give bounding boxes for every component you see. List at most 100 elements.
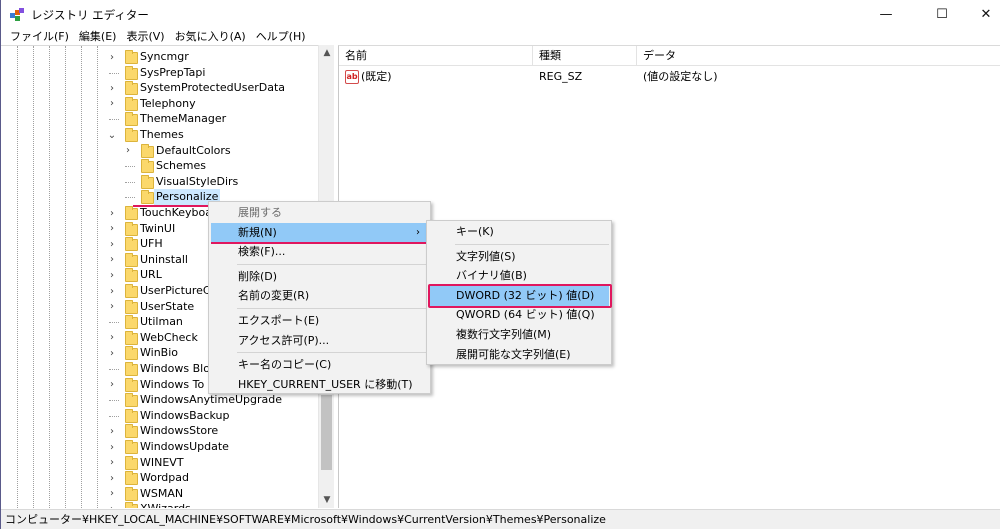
folder-icon xyxy=(125,112,138,127)
expand-chevron-icon[interactable]: › xyxy=(107,252,117,268)
folder-icon xyxy=(125,221,138,236)
folder-icon xyxy=(125,471,138,486)
folder-icon xyxy=(125,81,138,96)
value-row[interactable]: ab (既定) REG_SZ (値の設定なし) xyxy=(339,68,1000,86)
context-menu-item[interactable]: 削除(D) xyxy=(211,267,428,287)
new-submenu: キー(K) 文字列値(S) バイナリ値(B) DWORD (32 ビット) 値(D) Q… xyxy=(426,220,612,365)
submenu-item[interactable]: 展開可能な文字列値(E) xyxy=(429,345,609,365)
expand-chevron-icon[interactable]: › xyxy=(107,455,117,471)
scroll-thumb[interactable] xyxy=(321,395,332,470)
expand-chevron-icon[interactable]: › xyxy=(107,439,117,455)
folder-icon xyxy=(125,455,138,470)
tree-item[interactable]: › Wordpad xyxy=(1,470,318,486)
tree-item-label: URL xyxy=(140,268,162,282)
status-bar-path: コンピューター¥HKEY_LOCAL_MACHINE¥SOFTWARE¥Micr… xyxy=(1,509,1000,529)
expand-chevron-icon[interactable]: › xyxy=(107,49,117,65)
folder-icon xyxy=(125,128,138,142)
expand-chevron-icon[interactable]: › xyxy=(107,377,117,393)
folder-icon xyxy=(141,190,154,205)
context-menu-item[interactable]: エクスポート(E) xyxy=(211,311,428,331)
context-menu-item-label: HKEY_CURRENT_USER に移動(T) xyxy=(238,377,413,391)
folder-icon xyxy=(125,284,138,298)
context-menu-item[interactable]: 名前の変更(R) xyxy=(211,286,428,306)
expand-chevron-icon[interactable]: › xyxy=(107,96,117,112)
context-menu-item[interactable]: キー名のコピー(C) xyxy=(211,355,428,375)
context-menu-item[interactable]: アクセス許可(P)... xyxy=(211,331,428,351)
menu-help[interactable]: ヘルプ(H) xyxy=(251,28,311,46)
tree-item-label: DefaultColors xyxy=(156,143,231,157)
column-header-data[interactable]: データ xyxy=(637,46,1000,66)
context-menu-item: 展開する xyxy=(211,203,428,223)
tree-item-label: Utilman xyxy=(140,315,183,329)
column-header-name[interactable]: 名前 xyxy=(339,46,533,66)
close-button[interactable]: ✕ xyxy=(963,0,1000,28)
scroll-up-arrow-icon[interactable]: ▲ xyxy=(319,45,335,61)
registry-editor-window: レジストリ エディター — ☐ ✕ ファイル(F) 編集(E) 表示(V) お気… xyxy=(0,0,1000,529)
context-menu-item[interactable]: HKEY_CURRENT_USER に移動(T) xyxy=(211,375,428,395)
title-bar: レジストリ エディター — ☐ ✕ xyxy=(1,0,1000,28)
expand-chevron-icon[interactable]: › xyxy=(107,470,117,486)
tree-item[interactable]: › XWizards xyxy=(1,501,318,508)
minimize-button[interactable]: — xyxy=(863,0,909,28)
expand-chevron-icon[interactable]: › xyxy=(107,221,117,237)
column-headers: 名前 種類 データ xyxy=(339,46,1000,66)
tree-connector xyxy=(109,369,119,370)
expand-chevron-icon[interactable]: › xyxy=(107,283,117,299)
expand-chevron-icon[interactable]: › xyxy=(107,236,117,252)
expand-chevron-icon[interactable]: › xyxy=(107,486,117,502)
submenu-item[interactable]: 文字列値(S) xyxy=(429,247,609,267)
menu-view[interactable]: 表示(V) xyxy=(121,28,169,46)
expand-chevron-icon[interactable]: › xyxy=(107,345,117,361)
expand-chevron-icon[interactable]: › xyxy=(107,205,117,221)
maximize-button[interactable]: ☐ xyxy=(919,0,965,28)
scroll-down-arrow-icon[interactable]: ▼ xyxy=(319,492,335,508)
tree-connector xyxy=(109,119,119,121)
context-menu-item-label: 展開する xyxy=(238,206,282,219)
tree-item-label: WINEVT xyxy=(140,455,184,469)
folder-icon xyxy=(125,268,138,283)
submenu-item[interactable]: キー(K) xyxy=(429,222,609,242)
expand-chevron-icon[interactable]: › xyxy=(123,143,133,159)
tree-item[interactable]: SysPrepTapi xyxy=(1,65,318,81)
window-title: レジストリ エディター xyxy=(31,8,149,22)
tree-item[interactable]: VisualStyleDirs xyxy=(1,174,318,190)
tree-item[interactable]: › WindowsUpdate xyxy=(1,439,318,455)
tree-item[interactable]: › DefaultColors xyxy=(1,143,318,159)
submenu-item-label: バイナリ値(B) xyxy=(456,269,527,283)
tree-item[interactable]: WindowsBackup xyxy=(1,408,318,424)
menu-file[interactable]: ファイル(F) xyxy=(5,28,74,46)
folder-icon xyxy=(125,362,138,376)
context-menu-item[interactable]: 新規(N) › xyxy=(211,222,428,243)
column-header-type[interactable]: 種類 xyxy=(533,46,637,66)
submenu-item[interactable]: QWORD (64 ビット) 値(Q) xyxy=(429,305,609,325)
expand-chevron-icon[interactable]: › xyxy=(107,80,117,96)
expand-chevron-icon[interactable]: › xyxy=(107,299,117,315)
tree-item-label: Uninstall xyxy=(140,252,188,266)
menu-edit[interactable]: 編集(E) xyxy=(74,28,122,46)
menu-favorites[interactable]: お気に入り(A) xyxy=(170,28,251,46)
tree-item[interactable]: ThemeManager xyxy=(1,111,318,127)
submenu-item-label: QWORD (64 ビット) 値(Q) xyxy=(456,308,595,322)
tree-item[interactable]: › SystemProtectedUserData xyxy=(1,80,318,96)
expand-chevron-icon[interactable]: › xyxy=(107,423,117,439)
tree-item[interactable]: › Syncmgr xyxy=(1,49,318,65)
context-menu-item[interactable]: 検索(F)... xyxy=(211,242,428,262)
expand-chevron-icon[interactable]: › xyxy=(107,330,117,346)
folder-icon xyxy=(125,315,138,330)
tree-item[interactable]: ⌄ Themes xyxy=(1,127,318,143)
tree-item-label: Schemes xyxy=(156,159,206,173)
tree-item[interactable]: › WindowsStore xyxy=(1,423,318,439)
context-menu: 展開する新規(N) › 検索(F)... 削除(D) 名前の変更(R) エクスポート(E)… xyxy=(208,201,431,394)
folder-icon xyxy=(141,143,154,158)
collapse-chevron-icon[interactable]: ⌄ xyxy=(107,127,117,143)
folder-icon xyxy=(125,502,138,508)
tree-item-label: UFH xyxy=(140,237,163,251)
submenu-item[interactable]: 複数行文字列値(M) xyxy=(429,325,609,345)
tree-item[interactable]: Schemes xyxy=(1,158,318,174)
tree-item[interactable]: › Telephony xyxy=(1,96,318,112)
tree-item[interactable]: › WSMAN xyxy=(1,486,318,502)
menu-separator xyxy=(237,263,428,265)
expand-chevron-icon[interactable]: › xyxy=(107,267,117,283)
tree-item[interactable]: › WINEVT xyxy=(1,455,318,471)
expand-chevron-icon[interactable]: › xyxy=(107,501,117,508)
